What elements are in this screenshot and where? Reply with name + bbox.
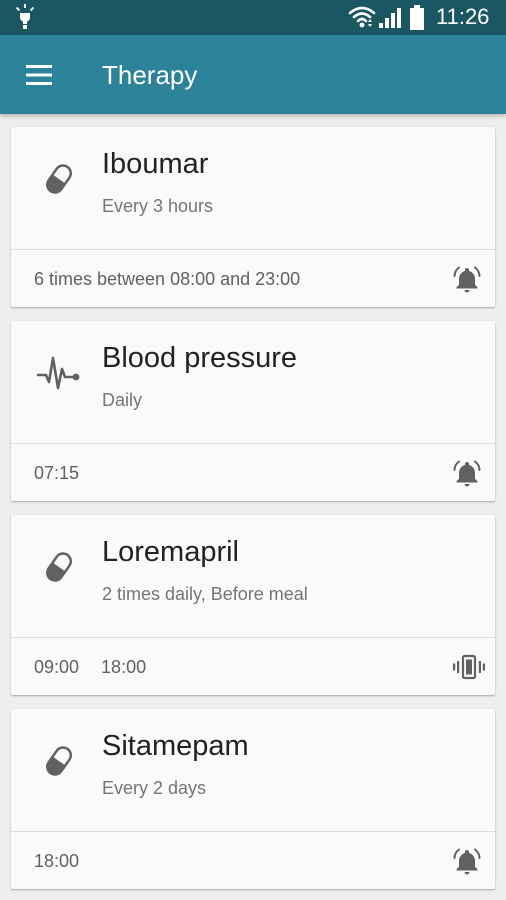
therapy-card[interactable]: Sitamepam Every 2 days 18:00 — [11, 709, 495, 889]
therapy-name: Blood pressure — [102, 342, 298, 374]
reminder-times: 18:00 — [34, 849, 79, 873]
therapy-card-footer: 09:00 18:00 — [11, 638, 495, 695]
reminder-time: 18:00 — [101, 657, 147, 677]
therapy-card-header[interactable]: Loremapril 2 times daily, Before meal — [11, 515, 495, 637]
pill-icon — [37, 157, 81, 201]
reminder-time: 6 times between 08:00 and 23:00 — [34, 269, 301, 289]
reminder-time: 09:00 — [34, 657, 80, 677]
alarm-bell-icon[interactable] — [452, 458, 482, 488]
alarm-bell-icon[interactable] — [452, 264, 482, 294]
therapy-name: Loremapril — [102, 536, 239, 568]
therapy-schedule: Every 3 hours — [102, 196, 214, 216]
therapy-name: Iboumar — [102, 148, 209, 180]
therapy-card-footer: 6 times between 08:00 and 23:00 — [11, 250, 495, 307]
therapy-card-footer: 18:00 — [11, 832, 495, 889]
therapy-card-footer: 07:15 — [11, 444, 495, 501]
reminder-times: 6 times between 08:00 and 23:00 — [34, 267, 300, 291]
therapy-screen: 11:26 Therapy Iboumar Every 3 hours 6 ti… — [0, 0, 506, 900]
clock: 11:26 — [436, 4, 490, 29]
pill-icon — [37, 739, 81, 783]
alarm-bell-icon[interactable] — [452, 846, 482, 876]
notification-icon — [14, 4, 36, 35]
menu-icon[interactable] — [22, 59, 56, 91]
reminder-times: 07:15 — [34, 461, 79, 485]
therapy-schedule: 2 times daily, Before meal — [102, 584, 308, 604]
reminder-times: 09:00 18:00 — [34, 655, 146, 679]
therapy-card-header[interactable]: Blood pressure Daily — [11, 321, 495, 443]
pill-icon — [37, 545, 81, 589]
therapy-schedule: Daily — [102, 390, 143, 410]
therapy-card-header[interactable]: Iboumar Every 3 hours — [11, 127, 495, 249]
page-title: Therapy — [102, 60, 198, 90]
app-bar: Therapy — [0, 35, 506, 114]
heartbeat-icon — [36, 351, 81, 395]
therapy-card[interactable]: Blood pressure Daily 07:15 — [11, 321, 495, 501]
therapy-schedule: Every 2 days — [102, 778, 207, 798]
status-bar: 11:26 — [0, 0, 506, 35]
therapy-card[interactable]: Iboumar Every 3 hours 6 times between 08… — [11, 127, 495, 307]
wifi-icon — [348, 4, 376, 35]
vibrate-icon[interactable] — [452, 652, 485, 682]
therapy-card[interactable]: Loremapril 2 times daily, Before meal 09… — [11, 515, 495, 695]
therapy-name: Sitamepam — [102, 730, 249, 762]
signal-strength-icon — [378, 7, 402, 34]
reminder-time: 18:00 — [34, 851, 80, 871]
therapy-card-header[interactable]: Sitamepam Every 2 days — [11, 709, 495, 831]
reminder-time: 07:15 — [34, 463, 80, 483]
battery-icon — [409, 5, 425, 36]
